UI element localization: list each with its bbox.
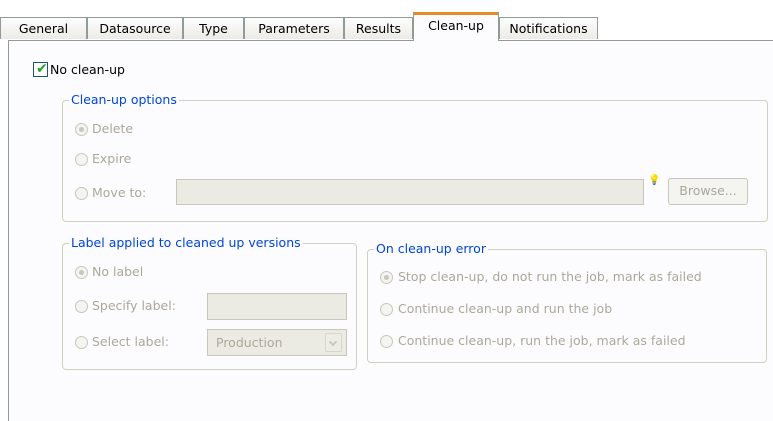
specify-label-radio[interactable] [75, 300, 88, 313]
tab-type[interactable]: Type [183, 17, 244, 39]
browse-button[interactable]: Browse... [668, 178, 748, 205]
move-to-radio[interactable] [75, 187, 88, 200]
stop-cleanup-radio[interactable] [380, 271, 393, 284]
tab-notifications[interactable]: Notifications [499, 17, 598, 39]
cleanup-error-legend: On clean-up error [374, 241, 488, 256]
stop-cleanup-label: Stop clean-up, do not run the job, mark … [398, 269, 702, 284]
specify-label-label: Specify label: [92, 298, 176, 313]
continue-run-label: Continue clean-up and run the job [398, 301, 613, 316]
select-label-dropdown[interactable]: Production [207, 329, 347, 356]
radio-selected-dot-icon [79, 270, 84, 275]
tab-parameters[interactable]: Parameters [244, 17, 344, 39]
radio-selected-dot-icon [79, 127, 84, 132]
specify-label-input[interactable] [207, 293, 347, 320]
dropdown-arrow-button[interactable] [325, 333, 342, 352]
tab-general[interactable]: General [0, 17, 87, 39]
radio-selected-dot-icon [384, 275, 389, 280]
no-cleanup-label: No clean-up [50, 62, 125, 77]
continue-fail-radio[interactable] [380, 335, 393, 348]
tab-bar: General Datasource Type Parameters Resul… [0, 0, 773, 41]
select-label-label: Select label: [92, 334, 169, 349]
move-to-label: Move to: [92, 185, 147, 200]
no-label-label: No label [92, 264, 144, 279]
lightbulb-icon: 💡 [648, 175, 661, 186]
continue-fail-label: Continue clean-up, run the job, mark as … [398, 333, 686, 348]
checkmark-icon: ✔ [36, 61, 48, 77]
no-label-radio[interactable] [75, 266, 88, 279]
label-applied-legend: Label applied to cleaned up versions [69, 235, 303, 250]
continue-run-radio[interactable] [380, 303, 393, 316]
move-to-path-input[interactable] [176, 179, 644, 205]
tab-results[interactable]: Results [344, 17, 413, 39]
delete-label: Delete [92, 121, 134, 136]
tab-clean-up[interactable]: Clean-up [413, 12, 499, 41]
expire-radio[interactable] [75, 153, 88, 166]
tab-datasource[interactable]: Datasource [87, 17, 183, 39]
cleanup-options-legend: Clean-up options [69, 92, 179, 107]
select-label-radio[interactable] [75, 336, 88, 349]
clean-up-panel: ✔ No clean-up Clean-up options Delete Ex… [8, 40, 773, 421]
cleanup-error-group: On clean-up error Stop clean-up, do not … [367, 241, 767, 363]
no-cleanup-checkbox[interactable]: ✔ [33, 61, 48, 77]
expire-label: Expire [92, 151, 132, 166]
cleanup-options-group: Clean-up options Delete Expire Move to: … [62, 92, 768, 222]
delete-radio[interactable] [75, 123, 88, 136]
select-label-value: Production [216, 335, 283, 350]
chevron-down-icon [328, 337, 338, 347]
label-applied-group: Label applied to cleaned up versions No … [62, 235, 357, 370]
